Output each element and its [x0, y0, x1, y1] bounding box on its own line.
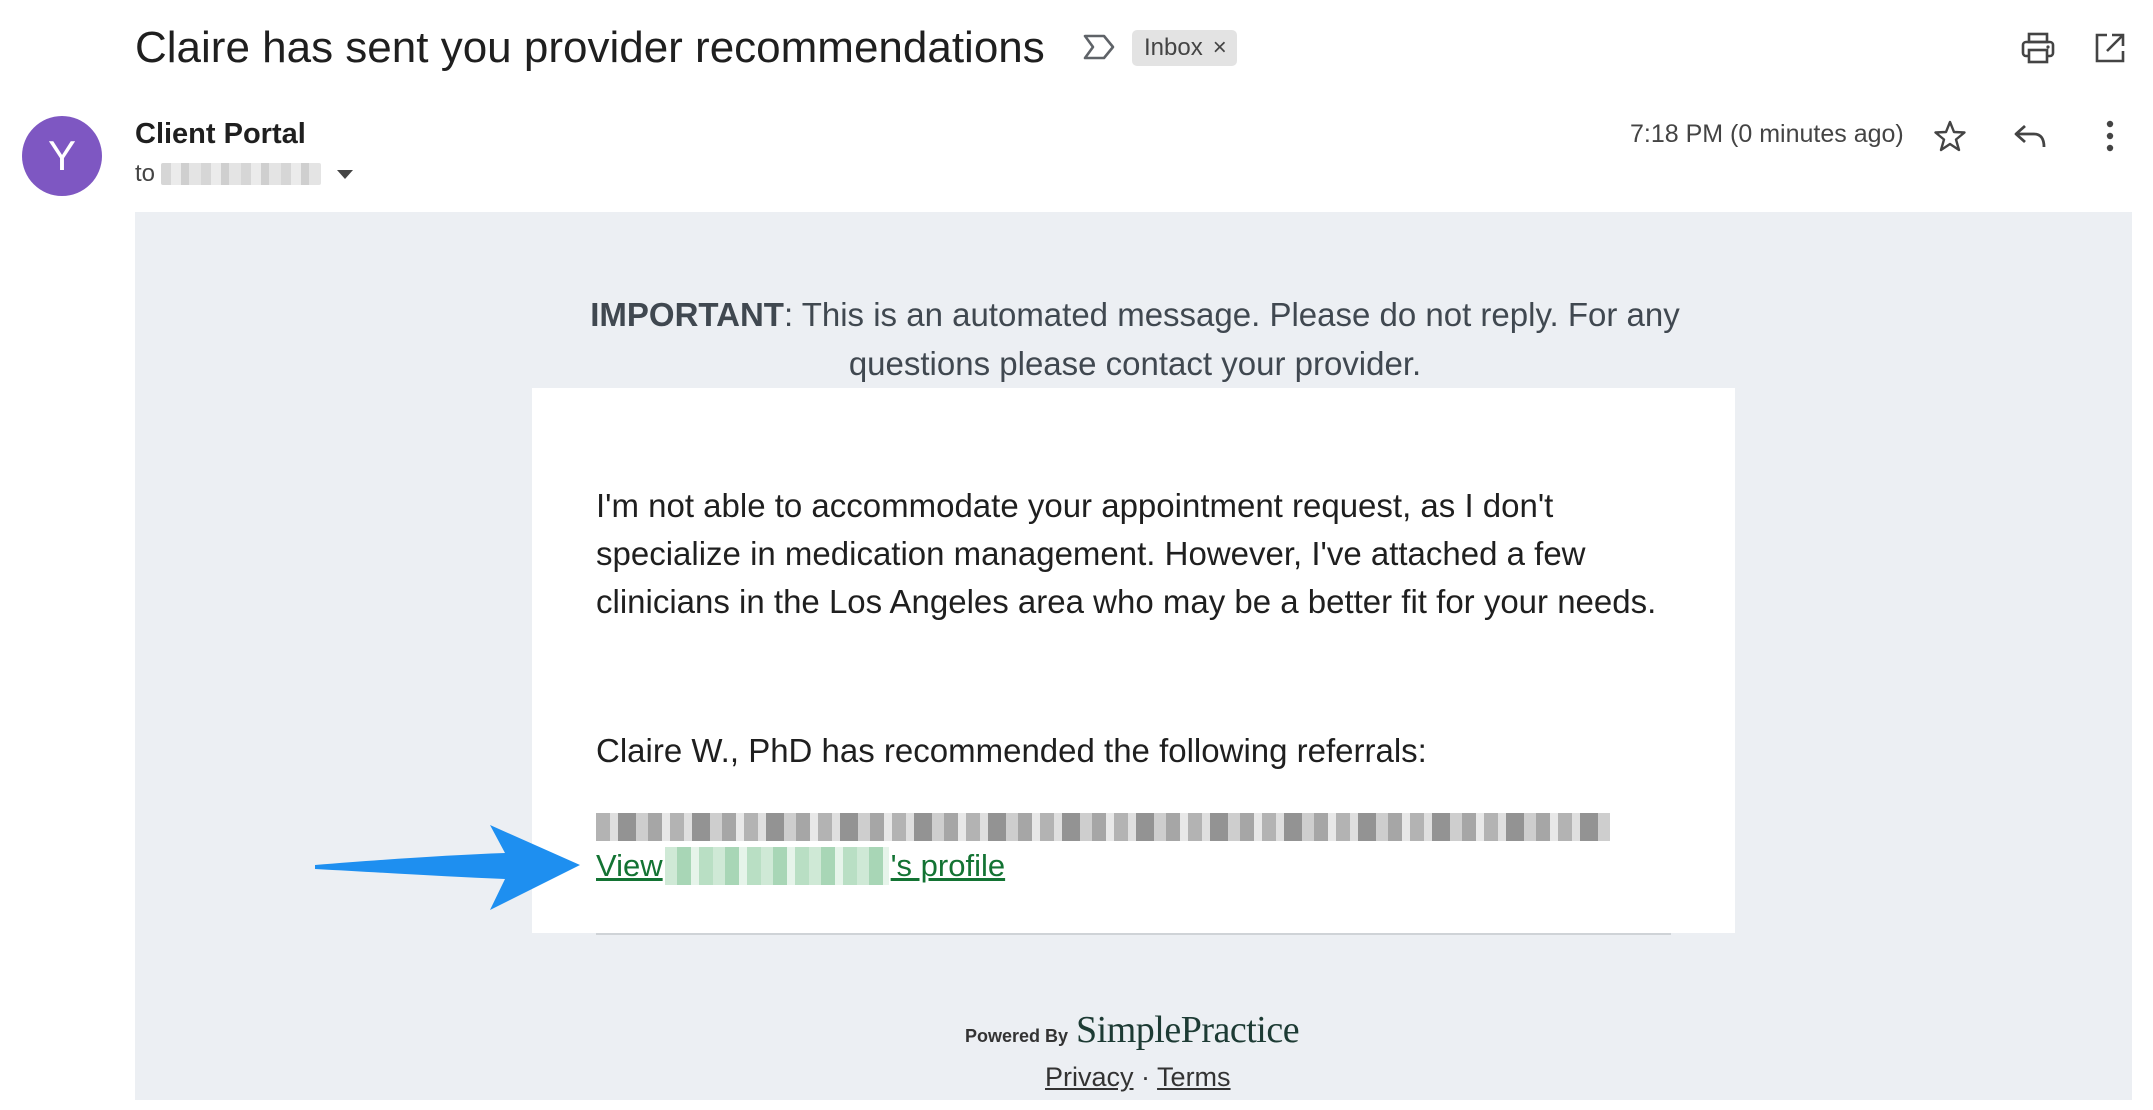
message-text: I'm not able to accommodate your appoint… [596, 487, 1657, 620]
open-in-new-window-icon[interactable] [2090, 28, 2130, 68]
print-icon[interactable] [2018, 28, 2058, 68]
link-separator: · [1141, 1062, 1151, 1092]
link-suffix: 's profile [890, 848, 1006, 883]
view-profile-link[interactable]: View 's profile [596, 845, 1005, 887]
recipient-line: to [135, 160, 354, 188]
reply-icon[interactable] [2010, 116, 2050, 156]
email-subject: Claire has sent you provider recommendat… [135, 23, 1045, 72]
redacted-provider-name [664, 847, 889, 885]
important-label-icon[interactable] [1082, 32, 1116, 62]
powered-by: Powered By SimplePractice [965, 1008, 1300, 1052]
dropdown-caret-icon[interactable] [337, 169, 354, 179]
referrals-heading: Claire W., PhD has recommended the follo… [596, 732, 1427, 769]
sender-name[interactable]: Client Portal [135, 118, 306, 151]
powered-by-label: Powered By [965, 1026, 1069, 1046]
footer-links: Privacy · Terms [1045, 1062, 1231, 1093]
notice-bold: IMPORTANT [590, 296, 784, 333]
to-label: to [135, 160, 156, 187]
star-icon[interactable] [1930, 116, 1970, 156]
inbox-label-chip[interactable]: Inbox × [1132, 30, 1237, 66]
simplepractice-logo[interactable]: SimplePractice [1076, 1008, 1300, 1052]
link-prefix: View [596, 848, 663, 883]
remove-label-icon[interactable]: × [1213, 34, 1227, 62]
automated-notice: IMPORTANT: This is an automated message.… [550, 290, 1720, 388]
email-timestamp: 7:18 PM (0 minutes ago) [1630, 120, 1904, 148]
terms-link[interactable]: Terms [1157, 1062, 1231, 1092]
notice-text: : This is an automated message. Please d… [783, 296, 1680, 382]
sender-avatar[interactable]: Y [22, 116, 102, 196]
inbox-chip-label: Inbox [1144, 34, 1203, 61]
more-vert-icon[interactable] [2090, 116, 2130, 156]
redacted-recipient [161, 163, 322, 185]
footer-divider [596, 933, 1671, 935]
redacted-referral-details [596, 813, 1610, 841]
annotation-arrow-icon [300, 815, 590, 915]
privacy-link[interactable]: Privacy [1045, 1062, 1134, 1092]
